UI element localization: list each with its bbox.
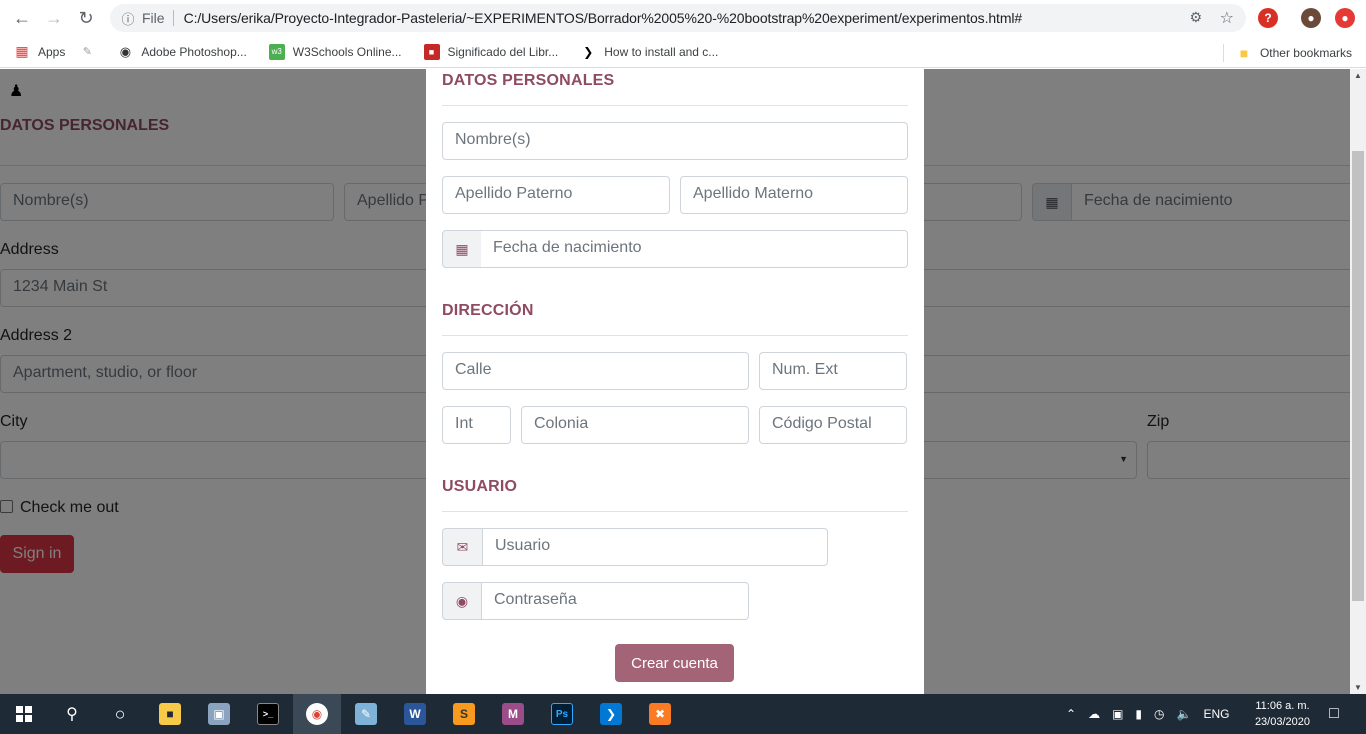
cursor-icon: ❯ (583, 44, 594, 59)
bookmarks-divider (1222, 44, 1224, 62)
scroll-down-arrow-icon[interactable]: ▼ (1354, 683, 1362, 692)
bookmark-significado[interactable]: ■ Significado del Libr... (423, 43, 559, 60)
bookmark-w3schools[interactable]: w3 W3Schools Online... (268, 43, 402, 60)
bookmark-favicon-icon: ✎ (82, 46, 92, 58)
bookmark-star-icon[interactable]: ☆ (1220, 8, 1234, 28)
notepad-icon[interactable]: ✎ (342, 694, 390, 734)
int-input[interactable]: Int (442, 406, 511, 444)
battery-icon[interactable]: ▮ (1135, 707, 1142, 721)
url-text: C:/Users/erika/Proyecto-Integrador-Paste… (183, 10, 1023, 26)
bookmark-apps[interactable]: ▦ Apps (14, 43, 66, 60)
url-scheme: File (142, 10, 165, 26)
photoshop-icon[interactable]: Ps (538, 694, 586, 734)
nombre-input[interactable]: Nombre(s) (442, 122, 908, 160)
vscode-icon[interactable]: ❯ (587, 694, 635, 734)
direccion-title: DIRECCIÓN (442, 302, 534, 319)
other-bookmarks[interactable]: ■ Other bookmarks (1222, 44, 1352, 62)
control-panel-icon[interactable]: ▣ (195, 694, 243, 734)
info-icon[interactable]: ⓘ (114, 9, 142, 28)
xampp-icon[interactable]: ✖ (636, 694, 684, 734)
colonia-input[interactable]: Colonia (521, 406, 749, 444)
taskbar-clock[interactable]: 11:06 a. m. 23/03/2020 (1255, 698, 1310, 730)
direccion-divider (442, 335, 908, 336)
globe-icon: ◉ (119, 43, 132, 59)
fecha-nacimiento-input[interactable]: Fecha de nacimiento (481, 230, 908, 268)
codigo-postal-input[interactable]: Código Postal (759, 406, 907, 444)
search-icon[interactable]: ⚲ (48, 694, 96, 734)
bookmark-label: W3Schools Online... (292, 44, 402, 59)
datos-personales-title: DATOS PERSONALES (442, 72, 615, 89)
chrome-icon[interactable]: ◉ (293, 694, 341, 734)
windows-start-icon[interactable] (0, 694, 48, 734)
cortana-icon[interactable]: ○ (96, 694, 144, 734)
address-bar[interactable]: ⓘ File C:/Users/erika/Proyecto-Integrado… (110, 4, 1246, 32)
blocked-cookies-icon[interactable]: ⚙ (1189, 9, 1202, 26)
back-arrow-icon[interactable]: ← (6, 2, 38, 34)
clock-time: 11:06 a. m. (1255, 700, 1310, 712)
tray-app-icon[interactable]: ▣ (1112, 707, 1123, 721)
envelope-icon: ✉ (442, 528, 483, 566)
contrasena-input[interactable]: Contraseña (482, 582, 749, 620)
crear-cuenta-button[interactable]: Crear cuenta (615, 644, 734, 682)
clock-date: 23/03/2020 (1254, 716, 1310, 728)
calendar-icon: ▦ (442, 230, 482, 268)
terminal-icon[interactable]: >_ (244, 694, 292, 734)
bookmark-unnamed[interactable]: ✎ (79, 44, 103, 60)
apellido-materno-input[interactable]: Apellido Materno (680, 176, 908, 214)
sublime-text-icon[interactable]: S (440, 694, 488, 734)
url-separator (172, 10, 174, 26)
bookmark-label: Adobe Photoshop... (141, 44, 247, 59)
usuario-title: USUARIO (442, 478, 518, 495)
forward-arrow-icon[interactable]: → (38, 2, 70, 34)
bookmark-label: How to install and c... (604, 44, 719, 59)
book-icon: ■ (423, 43, 440, 60)
num-ext-input[interactable]: Num. Ext (759, 352, 907, 390)
page-viewport: ♟ DATOS PERSONALES Nombre(s) Apellido P … (0, 69, 1350, 694)
user-circle-icon: ◉ (442, 582, 482, 620)
onedrive-icon[interactable]: ☁ (1088, 707, 1100, 721)
system-tray: ⌃ ☁ ▣ ▮ ◷ 🔈 ENG (1066, 694, 1229, 734)
other-bookmarks-label: Other bookmarks (1259, 46, 1352, 60)
extension-record-icon[interactable]: ● (1335, 8, 1355, 28)
usuario-divider (442, 511, 908, 512)
usuario-input[interactable]: Usuario (483, 528, 828, 566)
file-explorer-icon[interactable]: ■ (146, 694, 194, 734)
bookmark-photoshop[interactable]: ◉ Adobe Photoshop... (117, 43, 247, 60)
bookmark-label: Significado del Libr... (447, 44, 559, 59)
bookmark-label: Apps (38, 44, 66, 59)
bookmarks-bar: ▦ Apps ✎ ◉ Adobe Photoshop... w3 W3Schoo… (0, 36, 1366, 68)
apps-grid-icon: ▦ (15, 43, 29, 59)
apellido-paterno-input[interactable]: Apellido Paterno (442, 176, 670, 214)
datos-divider (442, 105, 908, 106)
mockup-app-icon[interactable]: M (489, 694, 537, 734)
language-indicator[interactable]: ENG (1203, 707, 1229, 721)
scroll-up-arrow-icon[interactable]: ▲ (1354, 71, 1362, 80)
wifi-icon[interactable]: ◷ (1154, 707, 1164, 721)
folder-icon: ■ (1239, 45, 1249, 61)
create-account-modal: DATOS PERSONALES Nombre(s) Apellido Pate… (426, 69, 924, 694)
profile-avatar-icon[interactable]: ● (1301, 8, 1321, 28)
reload-icon[interactable]: ↻ (70, 2, 102, 34)
browser-toolbar: ← → ↻ ⓘ File C:/Users/erika/Proyecto-Int… (0, 0, 1366, 36)
page-scrollbar[interactable]: ▲ ▼ (1350, 69, 1366, 694)
windows-taskbar: ⚲ ○ ■ ▣ >_ ◉ ✎ W S M Ps ❯ ✖ ⌃ ☁ ▣ ▮ ◷ 🔈 … (0, 694, 1366, 734)
notifications-icon[interactable]: □ (1310, 694, 1358, 734)
volume-muted-icon[interactable]: 🔈 (1177, 707, 1192, 721)
extension-help-icon[interactable]: ? (1258, 8, 1278, 28)
calle-input[interactable]: Calle (442, 352, 749, 390)
scrollbar-thumb[interactable] (1352, 151, 1364, 601)
tray-expand-icon[interactable]: ⌃ (1066, 707, 1076, 721)
bookmark-how-to-install[interactable]: ❯ How to install and c... (580, 44, 718, 60)
word-icon[interactable]: W (391, 694, 439, 734)
w3schools-icon: w3 (268, 43, 285, 60)
